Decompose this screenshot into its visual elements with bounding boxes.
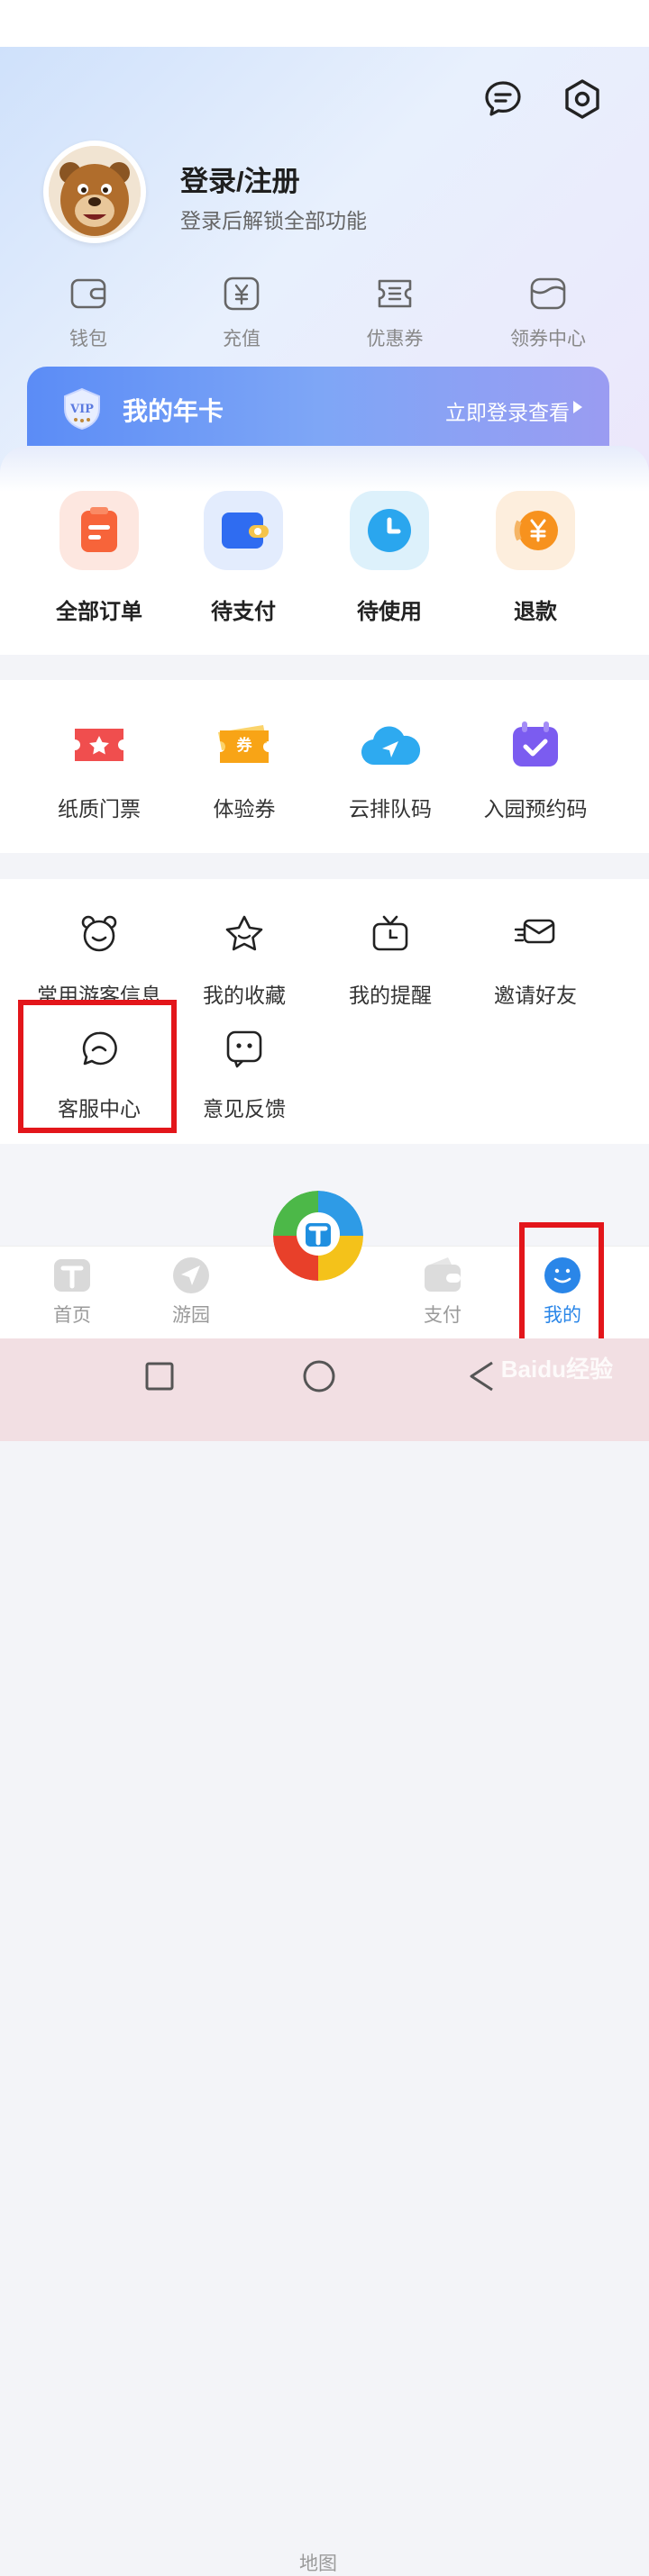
tab-label: 游园 bbox=[172, 1305, 210, 1326]
annual-card-banner[interactable]: VIP 我的年卡 立即登录查看 bbox=[27, 367, 609, 449]
login-to-view-link[interactable]: 立即登录查看 bbox=[445, 395, 570, 426]
order-pending-payment[interactable]: 待支付 bbox=[176, 491, 311, 625]
svg-text:券: 券 bbox=[236, 736, 253, 755]
order-label: 退款 bbox=[514, 600, 557, 624]
home-button-icon[interactable] bbox=[302, 1359, 336, 1393]
reminder-icon bbox=[372, 915, 408, 951]
back-icon[interactable] bbox=[467, 1360, 498, 1392]
service-label: 我的提醒 bbox=[349, 984, 432, 1007]
tab-label: 首页 bbox=[53, 1305, 91, 1326]
order-label: 待使用 bbox=[357, 600, 422, 624]
login-subtitle: 登录后解锁全部功能 bbox=[180, 209, 367, 232]
quick-link-label: 领券中心 bbox=[510, 329, 586, 349]
message-icon[interactable] bbox=[481, 77, 525, 121]
service-visitor-info[interactable]: 常用游客信息 bbox=[23, 913, 176, 1009]
service-reminder[interactable]: 我的提醒 bbox=[314, 913, 467, 1009]
wallet-icon bbox=[70, 278, 106, 309]
favorites-icon bbox=[225, 915, 263, 951]
recent-apps-icon[interactable] bbox=[144, 1361, 175, 1392]
visitor-info-icon bbox=[81, 915, 117, 952]
vip-badge-icon: VIP bbox=[64, 387, 100, 431]
service-label: 意见反馈 bbox=[203, 1097, 286, 1120]
status-bar bbox=[0, 0, 649, 47]
service-label: 邀请好友 bbox=[494, 984, 577, 1007]
payment-icon bbox=[425, 1257, 461, 1292]
map-logo-icon[interactable] bbox=[273, 1191, 363, 1281]
ticket-label: 云排队码 bbox=[349, 797, 432, 821]
ticket-label: 纸质门票 bbox=[58, 797, 141, 821]
service-label: 我的收藏 bbox=[203, 984, 286, 1007]
quick-link-recharge[interactable]: 充值 bbox=[187, 274, 296, 351]
tab-park-tour[interactable]: 游园 bbox=[151, 1256, 232, 1328]
feedback-icon bbox=[226, 1030, 262, 1068]
ticket-cloud-queue[interactable]: 云排队码 bbox=[314, 718, 467, 822]
pending-use-icon bbox=[350, 491, 429, 570]
ticket-experience-voucher[interactable]: 券 体验券 bbox=[168, 718, 321, 822]
quick-link-coupon[interactable]: 优惠券 bbox=[341, 274, 449, 351]
coupon-icon bbox=[378, 279, 412, 308]
ticket-label: 体验券 bbox=[213, 797, 276, 821]
play-arrow-icon bbox=[573, 401, 582, 413]
coupon-center-icon bbox=[530, 277, 566, 310]
bear-avatar-image bbox=[49, 146, 141, 238]
order-label: 全部订单 bbox=[56, 600, 142, 624]
cloud-queue-icon bbox=[361, 726, 421, 766]
experience-voucher-icon: 券 bbox=[218, 725, 269, 763]
tab-payment[interactable]: 支付 bbox=[402, 1256, 483, 1328]
paper-ticket-icon bbox=[75, 729, 123, 761]
refund-icon bbox=[496, 491, 575, 570]
service-feedback[interactable]: 意见反馈 bbox=[168, 1029, 321, 1122]
annual-card-title: 我的年卡 bbox=[123, 397, 224, 425]
home-icon bbox=[54, 1259, 90, 1292]
quick-link-label: 充值 bbox=[223, 329, 261, 349]
ticket-label: 入园预约码 bbox=[483, 797, 588, 821]
recharge-icon bbox=[224, 277, 260, 311]
avatar[interactable] bbox=[43, 141, 146, 243]
order-pending-use[interactable]: 待使用 bbox=[322, 491, 457, 625]
all-orders-icon bbox=[59, 491, 139, 570]
reservation-code-icon bbox=[513, 721, 558, 766]
login-title[interactable]: 登录/注册 bbox=[180, 159, 300, 199]
quick-link-label: 优惠券 bbox=[366, 329, 424, 349]
settings-icon[interactable] bbox=[561, 77, 604, 121]
ticket-reservation-code[interactable]: 入园预约码 bbox=[459, 718, 612, 822]
park-tour-icon bbox=[173, 1257, 209, 1293]
tab-label: 支付 bbox=[424, 1305, 462, 1326]
order-label: 待支付 bbox=[211, 600, 276, 624]
tab-home[interactable]: 首页 bbox=[32, 1256, 113, 1328]
tab-map-label[interactable]: 地图 bbox=[287, 2549, 350, 2576]
quick-link-label: 钱包 bbox=[69, 329, 107, 349]
tickets-section: 纸质门票 券 体验券 云排队码 入园预约码 bbox=[0, 680, 649, 853]
highlight-box-profile-tab bbox=[519, 1222, 604, 1356]
quick-link-coupon-center[interactable]: 领券中心 bbox=[494, 274, 602, 351]
service-invite-friends[interactable]: 邀请好友 bbox=[459, 913, 612, 1009]
ticket-paper[interactable]: 纸质门票 bbox=[23, 718, 176, 822]
highlight-box-customer-service bbox=[18, 1000, 177, 1133]
order-all[interactable]: 全部订单 bbox=[32, 491, 167, 625]
orders-section: 全部订单 待支付 待使用 退款 bbox=[0, 446, 649, 655]
svg-text:VIP: VIP bbox=[69, 403, 94, 416]
order-refund[interactable]: 退款 bbox=[468, 491, 603, 625]
invite-friends-icon bbox=[514, 919, 555, 944]
watermark: Baidu经验 bbox=[500, 1356, 613, 1383]
service-favorites[interactable]: 我的收藏 bbox=[168, 913, 321, 1009]
pending-payment-icon bbox=[204, 491, 283, 570]
quick-link-wallet[interactable]: 钱包 bbox=[34, 274, 142, 351]
